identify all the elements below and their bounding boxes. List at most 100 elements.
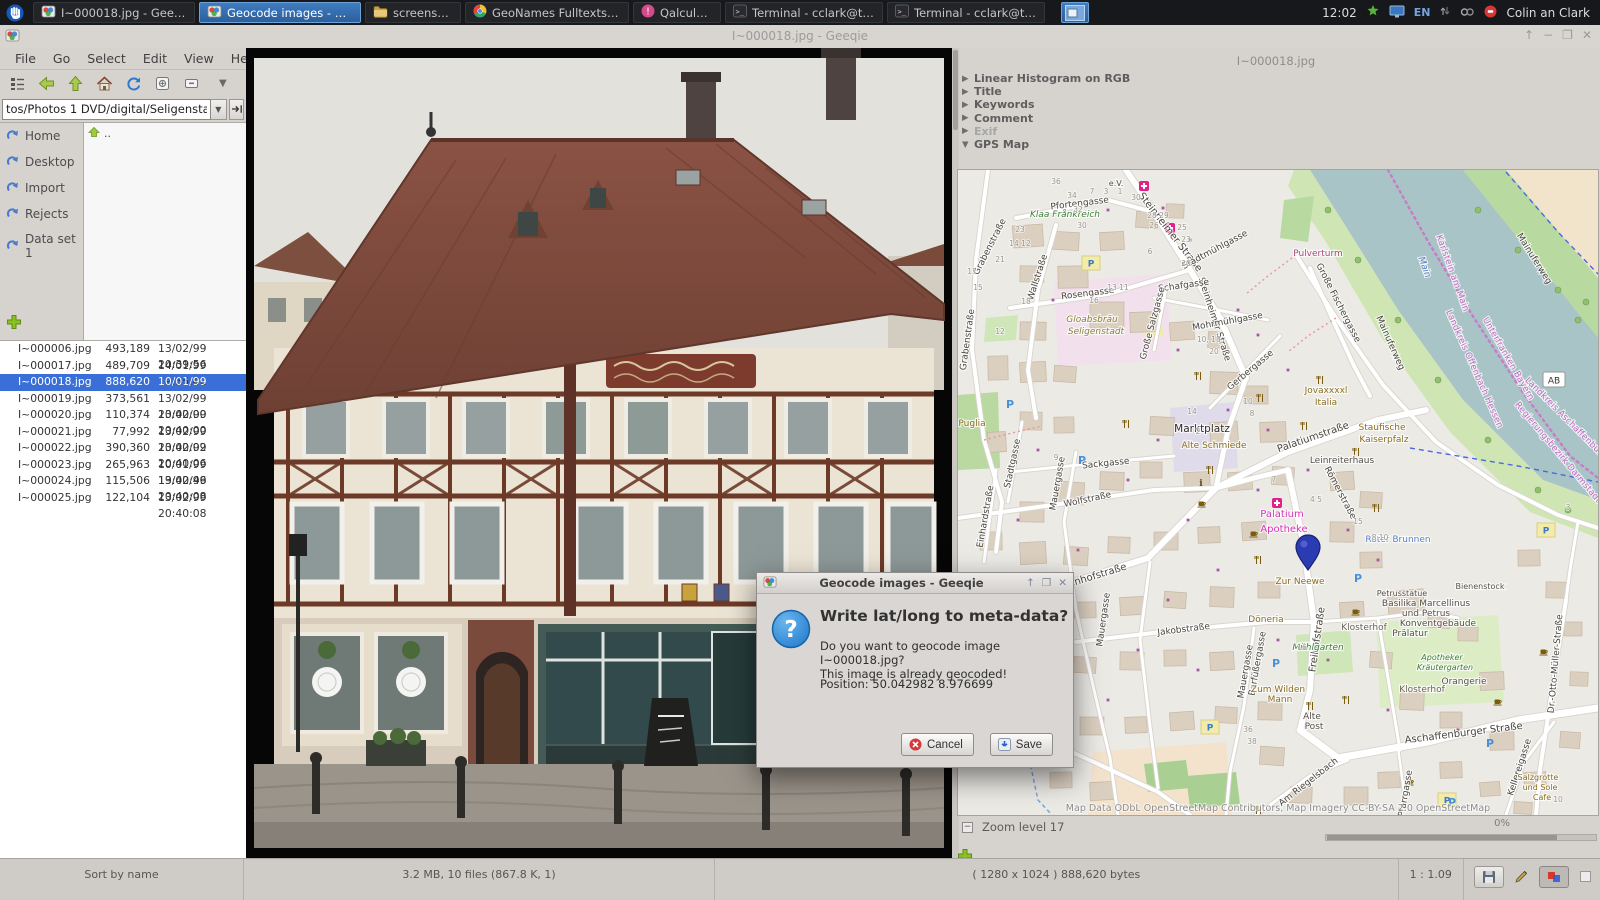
minimize-button[interactable]: − (1543, 28, 1553, 42)
sort-selector[interactable]: Sort by name (0, 859, 244, 900)
file-row-i~000006.jpg[interactable]: I~000006.jpg493,18913/02/99 20:39:56 (0, 341, 246, 358)
save-button[interactable]: Save (990, 733, 1053, 756)
maximize-button[interactable]: ❐ (1562, 28, 1573, 42)
user-name[interactable]: Colin an Clark (1506, 6, 1590, 20)
sidebar-item-data-set-1[interactable]: Data set 1 (0, 227, 83, 265)
file-row-i~000020.jpg[interactable]: I~000020.jpg110,37413/02/99 20:40:00 (0, 407, 246, 424)
path-dropdown-button[interactable]: ▼ (211, 99, 228, 120)
display-tray-icon[interactable] (1389, 5, 1405, 21)
menu-file[interactable]: File (15, 51, 36, 69)
shape (590, 188, 606, 208)
shape (189, 82, 194, 84)
save-metadata-button[interactable] (1474, 866, 1504, 888)
home-icon[interactable] (95, 74, 113, 92)
sidebar-item-desktop[interactable]: Desktop (0, 149, 83, 175)
taskbar-window-label: I~000018.jpg - Geeqie (61, 6, 187, 20)
map-housenumber: 14 12 (1009, 239, 1031, 248)
shape (1485, 877, 1493, 883)
shape (407, 731, 421, 745)
path-input[interactable] (2, 99, 211, 120)
shape (767, 581, 772, 586)
cancel-button[interactable]: Cancel (901, 733, 974, 756)
collapse-icon[interactable]: − (962, 822, 973, 833)
map-shop-dot (1347, 529, 1350, 532)
dialog-titlebar[interactable]: Geocode images - Geeqie ↑ ❐ ✕ (757, 573, 1073, 594)
parent-directory-item[interactable]: .. (84, 123, 246, 141)
keyboard-layout[interactable]: EN (1414, 6, 1431, 19)
section-gps-map[interactable]: ▼GPS Map (962, 138, 1596, 151)
map-building (1564, 622, 1582, 636)
section-exif[interactable]: ▶Exif (962, 125, 1596, 138)
zoom-fit-icon[interactable] (153, 74, 171, 92)
file-row-i~000021.jpg[interactable]: I~000021.jpg77,99213/02/99 20:40:02 (0, 424, 246, 441)
map-housenumber: 20 (1181, 259, 1191, 268)
file-row-i~000017.jpg[interactable]: I~000017.jpg489,70914/01/99 19:55:42 (0, 358, 246, 375)
map-shape (1352, 615, 1360, 616)
sidebar-item-import[interactable]: Import (0, 175, 83, 201)
section-title[interactable]: ▶Title (962, 85, 1596, 98)
section-label: Keywords (974, 98, 1035, 111)
menu-go[interactable]: Go (53, 51, 70, 69)
map-label: Alte Schmiede (1181, 441, 1246, 451)
close-button[interactable]: ✕ (1582, 28, 1592, 42)
taskbar-window-i-000018-jpg-geeqie[interactable]: I~000018.jpg - Geeqie (33, 2, 195, 23)
sidebar-item-home[interactable]: Home (0, 123, 83, 149)
path-go-button[interactable] (229, 99, 244, 120)
section-comment[interactable]: ▶Comment (962, 112, 1596, 125)
toolbar-overflow-chevron-icon[interactable]: ▼ (219, 78, 227, 89)
shape (1395, 15, 1399, 17)
dialog-heading: Write lat/long to meta-data? (820, 607, 1068, 625)
map-shop-dot (1277, 639, 1280, 642)
refresh-icon[interactable] (124, 74, 142, 92)
file-row-i~000023.jpg[interactable]: I~000023.jpg265,96310/01/99 19:40:46 (0, 457, 246, 474)
menu-select[interactable]: Select (87, 51, 126, 69)
network-tray-icon[interactable] (1439, 5, 1451, 20)
parking-area-icon: P (1082, 256, 1100, 270)
color-management-button[interactable] (1539, 866, 1569, 888)
view-list-icon[interactable] (8, 74, 26, 92)
map-label: Salzgrotte (1518, 773, 1559, 782)
file-row-i~000019.jpg[interactable]: I~000019.jpg373,56113/02/99 20:40:00 (0, 391, 246, 408)
taskbar-window-screenshots[interactable]: screenshots (365, 2, 461, 23)
shape (312, 667, 342, 697)
file-row-i~000025.jpg[interactable]: I~000025.jpg122,10413/02/99 20:40:08 (0, 490, 246, 507)
menu-view[interactable]: View (184, 51, 214, 69)
map-building (1210, 651, 1235, 670)
section-keywords[interactable]: ▶Keywords (962, 98, 1596, 111)
link-tray-icon[interactable] (1460, 6, 1475, 20)
map-housenumber: 16 (1089, 296, 1099, 305)
taskbar-window-terminal-cclark-talltr-[interactable]: >_Terminal - cclark@talltr... (887, 2, 1045, 23)
up-icon[interactable] (66, 74, 84, 92)
file-row-i~000024.jpg[interactable]: I~000024.jpg115,50613/02/99 20:40:08 (0, 473, 246, 490)
map-attribution: Map Data ODbL OpenStreetMap Contributors… (1066, 803, 1490, 814)
dialog-shade-button[interactable]: ↑ (1026, 577, 1035, 589)
section-linear-histogram-on-rgb[interactable]: ▶Linear Histogram on RGB (962, 72, 1596, 85)
taskbar-window-terminal-cclark-talltr-[interactable]: >_Terminal - cclark@talltr... (725, 2, 883, 23)
workspace-pager[interactable] (1061, 2, 1089, 23)
taskbar-window-qalculate-[interactable]: !Qalculate! (633, 2, 721, 23)
shade-button[interactable]: ↑ (1524, 28, 1534, 42)
section-label: Comment (974, 112, 1033, 125)
applications-launcher-icon[interactable] (3, 1, 27, 25)
shape (1486, 871, 1493, 875)
notification-tray-icon[interactable] (1484, 5, 1497, 21)
add-bookmark-button[interactable] (6, 314, 22, 334)
map-horizontal-scrollbar[interactable] (1325, 834, 1597, 841)
clock[interactable]: 12:02 (1322, 6, 1357, 20)
map-housenumber: 18 (1021, 297, 1031, 306)
sidebar-item-rejects[interactable]: Rejects (0, 201, 83, 227)
dialog-close-button[interactable]: ✕ (1058, 577, 1067, 589)
file-row-i~000018.jpg[interactable]: I~000018.jpg888,62010/01/99 19:39:16 (0, 374, 246, 391)
shape (786, 400, 830, 456)
split-view-icon[interactable] (1579, 866, 1592, 886)
edit-pencil-icon[interactable] (1514, 866, 1529, 887)
taskbar-window-geocode-images-gee-[interactable]: Geocode images - Gee... (199, 2, 361, 23)
map-label: Mann (1268, 695, 1293, 705)
menu-edit[interactable]: Edit (143, 51, 167, 69)
updates-tray-icon[interactable] (1366, 4, 1380, 21)
dialog-maximize-button[interactable]: ❐ (1042, 577, 1051, 589)
taskbar-window-geonames-fulltextsear-[interactable]: GeoNames Fulltextsear... (465, 2, 629, 23)
zoom-actual-icon[interactable] (182, 74, 200, 92)
back-icon[interactable] (37, 74, 55, 92)
file-row-i~000022.jpg[interactable]: I~000022.jpg390,36013/02/99 20:40:06 (0, 440, 246, 457)
